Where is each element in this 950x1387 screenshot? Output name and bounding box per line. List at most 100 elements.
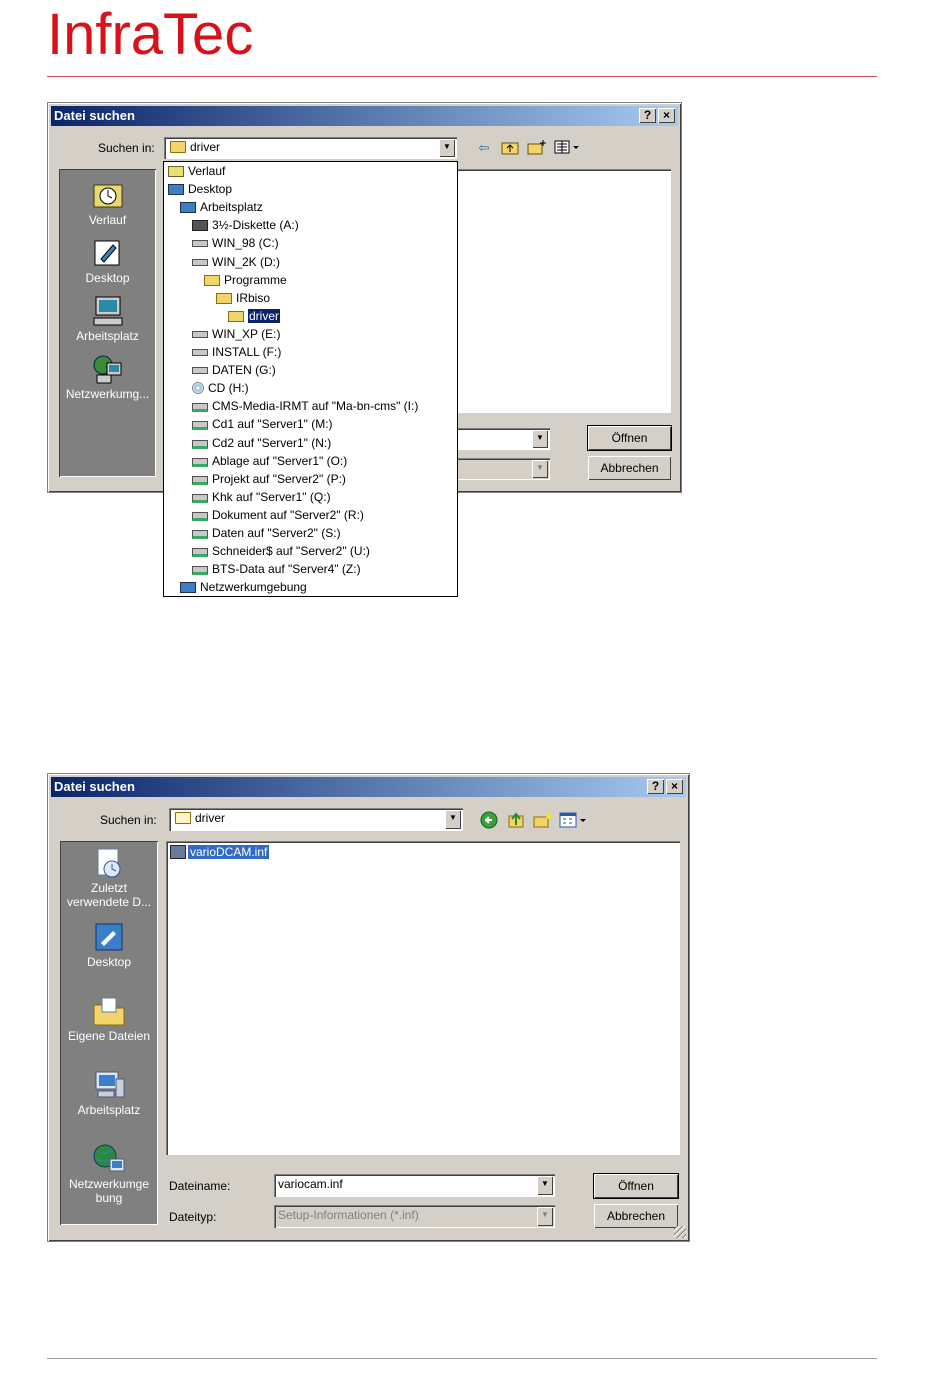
dropdown-item[interactable]: CMS-Media-IRMT auf "Ma-bn-cms" (I:) — [192, 398, 418, 415]
dropdown-item-label: Desktop — [188, 182, 233, 197]
dropdown-item-label: Dokument auf "Server2" (R:) — [212, 507, 364, 522]
dropdown-item-label: IRbiso — [236, 290, 271, 305]
dropdown-item[interactable]: WIN_XP (E:) — [192, 326, 280, 343]
dropdown-item[interactable]: DATEN (G:) — [192, 362, 276, 379]
recent-documents-icon — [97, 848, 121, 878]
dropdown-item[interactable]: IRbiso — [216, 290, 270, 307]
back-icon[interactable]: ⇦ — [474, 139, 494, 157]
places-bar: Verlauf Desktop Arbeitsplatz Netzwerkumg… — [59, 169, 156, 477]
dropdown-item[interactable]: BTS-Data auf "Server4" (Z:) — [192, 561, 361, 578]
dropdown-item[interactable]: Programme — [204, 272, 287, 289]
dropdown-item[interactable]: Daten auf "Server2" (S:) — [192, 525, 341, 542]
look-in-label: Suchen in: — [100, 813, 157, 827]
network-drive-icon — [192, 403, 208, 413]
computer-icon — [180, 202, 196, 214]
dropdown-item-label: Daten auf "Server2" (S:) — [212, 526, 341, 540]
list-item[interactable]: varioDCAM.inf — [170, 845, 270, 860]
desktop-icon — [95, 923, 123, 951]
dialog-title: Datei suchen — [54, 108, 135, 123]
resize-grip[interactable] — [674, 1226, 686, 1238]
dropdown-item[interactable]: Verlauf — [168, 163, 225, 180]
dropdown-arrow-icon[interactable]: ▼ — [445, 810, 461, 829]
dropdown-arrow-icon[interactable]: ▼ — [537, 1207, 553, 1226]
dropdown-item-label: BTS-Data auf "Server4" (Z:) — [212, 562, 361, 577]
dropdown-item[interactable]: Khk auf "Server1" (Q:) — [192, 489, 331, 506]
dropdown-item[interactable]: driver — [228, 308, 281, 325]
help-button[interactable]: ? — [647, 779, 664, 794]
dropdown-item[interactable]: Netzwerkumgebung — [180, 579, 307, 596]
place-my-computer[interactable]: Arbeitsplatz — [59, 295, 156, 343]
network-drive-icon — [192, 475, 208, 485]
filetype-select-partial[interactable]: ▼ — [450, 458, 550, 480]
place-recent[interactable]: Zuletzt verwendete D... — [60, 847, 158, 909]
dropdown-item[interactable]: Desktop — [168, 181, 232, 198]
dropdown-item[interactable]: Ablage auf "Server1" (O:) — [192, 453, 347, 470]
filetype-select[interactable]: Setup-Informationen (*.inf) ▼ — [274, 1205, 555, 1228]
place-network[interactable]: Netzwerkumge bung — [60, 1143, 158, 1205]
dropdown-item[interactable]: 3½-Diskette (A:) — [192, 217, 299, 234]
look-in-combo[interactable]: driver ▼ — [164, 137, 457, 159]
place-history[interactable]: Verlauf — [59, 179, 156, 227]
dropdown-item-label: Verlauf — [188, 164, 226, 178]
filetype-value: Setup-Informationen (*.inf) — [278, 1208, 419, 1222]
dropdown-item-label: CD (H:) — [208, 381, 249, 396]
dropdown-item-label: Programme — [224, 272, 287, 287]
place-my-documents[interactable]: Eigene Dateien — [60, 995, 158, 1043]
footer-divider — [47, 1358, 877, 1359]
cancel-button[interactable]: Abbrechen — [594, 1204, 678, 1228]
up-folder-icon[interactable] — [506, 811, 526, 829]
look-in-combo[interactable]: driver ▼ — [169, 808, 463, 831]
close-button[interactable]: × — [666, 779, 683, 794]
network-drive-icon — [192, 530, 208, 539]
dropdown-item[interactable]: INSTALL (F:) — [192, 344, 281, 361]
dropdown-item-label: CMS-Media-IRMT auf "Ma-bn-cms" (I:) — [212, 399, 419, 414]
filename-input-partial[interactable]: ▼ — [450, 428, 550, 450]
inf-file-icon — [170, 845, 186, 859]
dropdown-item[interactable]: Cd2 auf "Server1" (N:) — [192, 435, 331, 452]
dropdown-item-label: DATEN (G:) — [212, 363, 276, 378]
dropdown-item[interactable]: WIN_2K (D:) — [192, 254, 280, 271]
dropdown-item[interactable]: WIN_98 (C:) — [192, 235, 279, 252]
places-bar: Zuletzt verwendete D... Desktop Eigene D… — [60, 841, 158, 1225]
dropdown-item-label: WIN_2K (D:) — [212, 254, 281, 269]
new-folder-icon[interactable] — [527, 139, 547, 157]
network-drive-icon — [192, 421, 208, 431]
place-my-computer[interactable]: Arbeitsplatz — [60, 1069, 158, 1117]
dropdown-item-label: INSTALL (F:) — [212, 345, 282, 359]
cancel-button[interactable]: Abbrechen — [588, 456, 671, 480]
network-drive-icon — [192, 439, 208, 449]
place-desktop[interactable]: Desktop — [59, 237, 156, 285]
dropdown-item[interactable]: Dokument auf "Server2" (R:) — [192, 507, 364, 524]
view-menu-icon[interactable] — [554, 139, 580, 157]
dropdown-item-label: Arbeitsplatz — [200, 200, 263, 215]
dropdown-item-label: WIN_XP (E:) — [212, 326, 281, 341]
dropdown-item[interactable]: CD (H:) — [192, 380, 249, 397]
help-button[interactable]: ? — [639, 108, 656, 123]
open-button[interactable]: Öffnen — [593, 1173, 679, 1199]
dropdown-item[interactable]: Cd1 auf "Server1" (M:) — [192, 416, 333, 433]
back-icon[interactable] — [479, 811, 499, 829]
open-button[interactable]: Öffnen — [587, 425, 672, 451]
dropdown-arrow-icon[interactable]: ▼ — [532, 430, 548, 448]
computer-icon — [95, 1071, 125, 1098]
filename-input[interactable]: variocam.inf ▼ — [274, 1174, 555, 1197]
place-network[interactable]: Netzwerkumg... — [59, 353, 156, 401]
dropdown-item[interactable]: Schneider$ auf "Server2" (U:) — [192, 543, 370, 560]
new-folder-icon[interactable] — [533, 811, 553, 829]
filename-value: variocam.inf — [278, 1177, 343, 1191]
dropdown-item[interactable]: Projekt auf "Server2" (P:) — [192, 471, 346, 488]
place-desktop[interactable]: Desktop — [60, 921, 158, 969]
dropdown-item-label: Schneider$ auf "Server2" (U:) — [212, 544, 370, 559]
dropdown-arrow-icon[interactable]: ▼ — [537, 1176, 553, 1195]
view-menu-icon[interactable] — [559, 811, 587, 829]
dropdown-arrow-icon[interactable]: ▼ — [532, 460, 548, 478]
dropdown-item-label: driver — [248, 308, 281, 323]
dropdown-item[interactable]: Arbeitsplatz — [180, 199, 263, 216]
file-list[interactable]: varioDCAM.inf — [166, 841, 680, 1155]
close-button[interactable]: × — [658, 108, 675, 123]
folder-icon — [216, 292, 232, 304]
drive-icon — [192, 330, 208, 338]
up-folder-icon[interactable] — [500, 139, 520, 157]
drive-icon — [192, 367, 208, 375]
dropdown-arrow-icon[interactable]: ▼ — [439, 139, 455, 157]
